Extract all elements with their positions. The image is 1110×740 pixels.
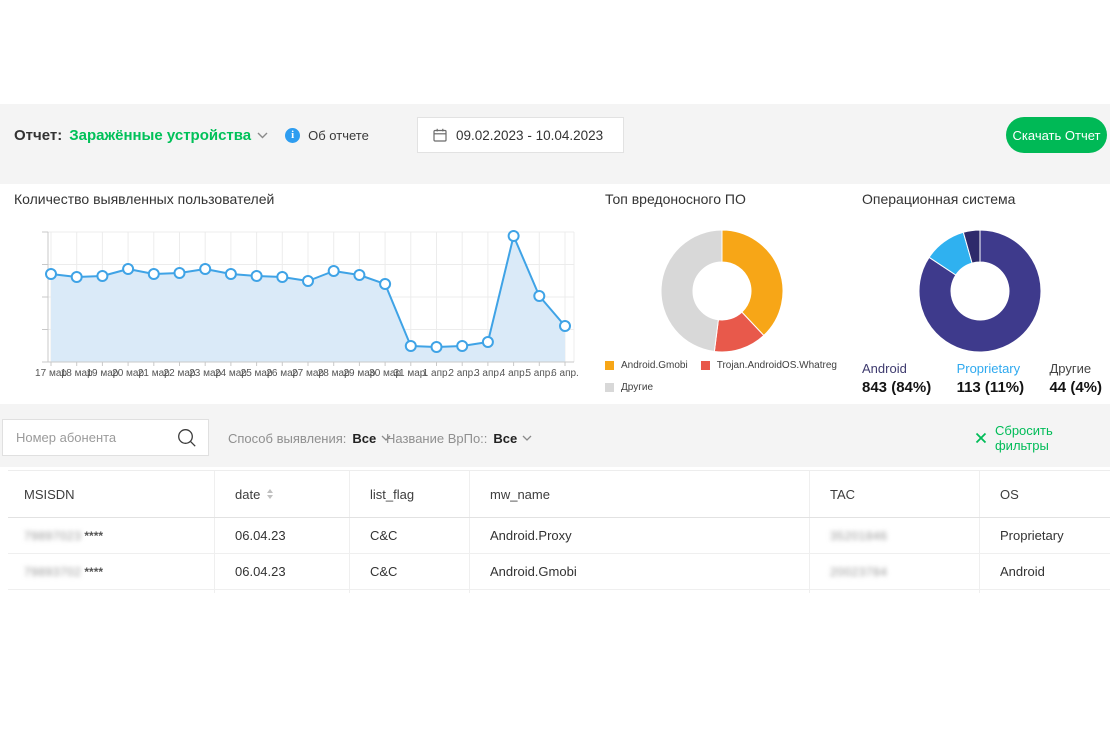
subscriber-search-box[interactable] <box>2 419 209 456</box>
table-cell <box>809 590 979 593</box>
table-cell: 35201846 <box>809 518 979 553</box>
table-row: 79893702****06.04.23C&CAndroid.Gmobi2002… <box>8 554 1110 590</box>
users-line-chart: 17 мар18 мар19 мар20 мар21 мар22 мар23 м… <box>14 220 588 384</box>
cell-date: 06.04.23 <box>214 518 349 553</box>
msisdn-masked: 79897023 <box>24 529 81 543</box>
table-cell <box>979 590 1110 593</box>
subscriber-search-input[interactable] <box>3 430 176 445</box>
table-cell: 79893702**** <box>8 554 214 589</box>
legend-label: Android.Gmobi <box>621 360 688 371</box>
os-legend-item: Proprietary 113 (11%) <box>957 361 1025 396</box>
column-header-label: OS <box>1000 487 1019 502</box>
calendar-icon <box>433 128 447 142</box>
malware-name-label: Название ВрПо:: <box>386 431 487 446</box>
column-header-msisdn: MSISDN <box>8 471 214 517</box>
table-cell <box>469 590 809 593</box>
msisdn-suffix: **** <box>84 565 103 579</box>
column-header-mw_name: mw_name <box>469 471 809 517</box>
os-legend-item: Другие 44 (4%) <box>1049 361 1102 396</box>
column-header-label: TAC <box>830 487 855 502</box>
legend-swatch <box>605 361 614 370</box>
report-label: Отчет: <box>14 127 62 144</box>
os-legend-value: 44 (4%) <box>1049 379 1102 396</box>
reset-filters-label: Сбросить фильтры <box>995 423 1110 453</box>
os-chart-title: Операционная система <box>862 191 1015 207</box>
os-legend-name: Другие <box>1049 361 1102 376</box>
column-header-label: mw_name <box>490 487 550 502</box>
malware-chart-title: Топ вредоносного ПО <box>605 191 746 207</box>
cell-date: 06.04.23 <box>214 554 349 589</box>
malware-donut-chart <box>659 228 785 354</box>
legend-item: Trojan.AndroidOS.Whatreg <box>701 360 837 371</box>
chevron-down-icon <box>257 132 268 139</box>
table-cell: 79897023**** <box>8 518 214 553</box>
legend-item: Другие <box>605 382 653 393</box>
table-cell <box>214 590 349 593</box>
search-icon[interactable] <box>176 427 198 449</box>
legend-swatch <box>605 383 614 392</box>
column-header-tac: TAC <box>809 471 979 517</box>
cell-os: Proprietary <box>979 518 1110 553</box>
os-legend: Android 843 (84%) Proprietary 113 (11%) Друг… <box>862 361 1102 396</box>
malware-name-filter[interactable]: Название ВрПо:: Все <box>386 420 532 456</box>
tac-masked: 35201846 <box>830 529 887 543</box>
os-legend-name: Proprietary <box>957 361 1025 376</box>
os-legend-item: Android 843 (84%) <box>862 361 931 396</box>
detection-method-label: Способ выявления: <box>228 431 346 446</box>
malware-legend: Android.Gmobi Trojan.AndroidOS.Whatreg Дру… <box>605 360 835 404</box>
malware-name-value[interactable]: Все <box>493 431 517 446</box>
legend-label: Trojan.AndroidOS.Whatreg <box>717 360 837 371</box>
column-header-date[interactable]: date <box>214 471 349 517</box>
close-icon <box>975 432 987 444</box>
svg-text:6 апр.: 6 апр. <box>551 368 579 379</box>
date-range-picker[interactable]: 09.02.2023 - 10.04.2023 <box>417 117 624 153</box>
legend-label: Другие <box>621 382 653 393</box>
chevron-down-icon <box>522 435 532 441</box>
cell-list-flag: C&C <box>349 518 469 553</box>
users-chart-title: Количество выявленных пользователей <box>14 191 274 207</box>
legend-item: Android.Gmobi <box>605 360 688 371</box>
column-header-list_flag: list_flag <box>349 471 469 517</box>
svg-text:5 апр.: 5 апр. <box>525 368 553 379</box>
about-report-link[interactable]: Об отчете <box>308 128 369 143</box>
table-row: 79897023****06.04.23C&CAndroid.Proxy3520… <box>8 518 1110 554</box>
msisdn-suffix: **** <box>84 529 103 543</box>
report-name-dropdown[interactable]: Заражённые устройства <box>69 127 251 144</box>
svg-text:4 апр.: 4 апр. <box>500 368 528 379</box>
os-legend-name: Android <box>862 361 931 376</box>
msisdn-masked: 79893702 <box>24 565 81 579</box>
column-header-label: MSISDN <box>24 487 75 502</box>
os-donut-chart <box>917 228 1043 354</box>
infected-devices-report-page: Отчет: Заражённые устройства i Об отчете… <box>0 0 1110 740</box>
table-row-clipped <box>8 590 1110 593</box>
os-legend-value: 843 (84%) <box>862 379 931 396</box>
download-report-button[interactable]: Скачать Отчет <box>1006 117 1107 153</box>
info-icon[interactable]: i <box>285 128 300 143</box>
table-cell <box>8 590 214 593</box>
table-cell <box>349 590 469 593</box>
column-header-label: date <box>235 487 260 502</box>
column-header-os: OS <box>979 471 1110 517</box>
svg-text:1 апр.: 1 апр. <box>423 368 451 379</box>
column-header-label: list_flag <box>370 487 414 502</box>
os-legend-value: 113 (11%) <box>957 379 1025 396</box>
detection-method-value[interactable]: Все <box>352 431 376 446</box>
cell-list-flag: C&C <box>349 554 469 589</box>
detection-method-filter[interactable]: Способ выявления: Все <box>228 420 391 456</box>
infected-devices-table: MSISDNdatelist_flagmw_nameTACOS79897023*… <box>8 470 1110 593</box>
table-cell: 20023784 <box>809 554 979 589</box>
cell-mw-name: Android.Proxy <box>469 518 809 553</box>
date-range-value: 09.02.2023 - 10.04.2023 <box>456 128 603 143</box>
svg-text:3 апр.: 3 апр. <box>474 368 502 379</box>
cell-mw-name: Android.Gmobi <box>469 554 809 589</box>
report-selector[interactable]: Отчет: Заражённые устройства i Об отчете <box>14 124 369 146</box>
table-header-row: MSISDN date list_flag mw_name TAC OS <box>8 471 1110 518</box>
svg-text:2 апр.: 2 апр. <box>448 368 476 379</box>
reset-filters-button[interactable]: Сбросить фильтры <box>975 420 1110 456</box>
tac-masked: 20023784 <box>830 565 887 579</box>
cell-os: Android <box>979 554 1110 589</box>
legend-swatch <box>701 361 710 370</box>
sort-icon[interactable] <box>267 489 273 499</box>
